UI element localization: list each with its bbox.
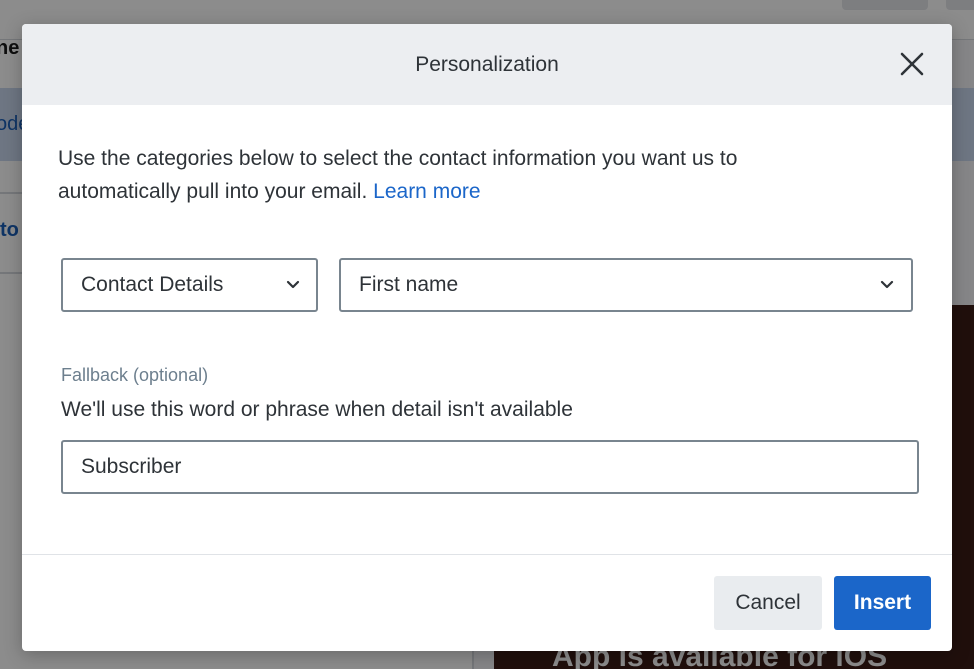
personalization-dialog: Personalization Use the categories below… [22, 24, 952, 651]
footer-divider [22, 554, 952, 555]
fallback-label: Fallback (optional) [61, 365, 209, 385]
field-select[interactable]: First name [339, 258, 913, 312]
cancel-button[interactable]: Cancel [714, 576, 822, 630]
close-button[interactable] [892, 44, 932, 84]
field-select-value: First name [359, 273, 459, 296]
category-select[interactable]: Contact Details [61, 258, 318, 312]
chevron-down-icon [286, 280, 300, 289]
fallback-input[interactable] [61, 440, 919, 494]
category-select-value: Contact Details [81, 273, 224, 296]
fallback-help-text: We'll use this word or phrase when detai… [61, 398, 573, 421]
insert-button[interactable]: Insert [834, 576, 931, 630]
dialog-header: Personalization [22, 24, 952, 105]
chevron-down-icon [880, 280, 894, 289]
learn-more-link[interactable]: Learn more [373, 180, 480, 203]
dialog-intro: Use the categories below to select the c… [58, 142, 858, 208]
close-icon [900, 52, 924, 76]
dialog-title: Personalization [415, 53, 559, 76]
